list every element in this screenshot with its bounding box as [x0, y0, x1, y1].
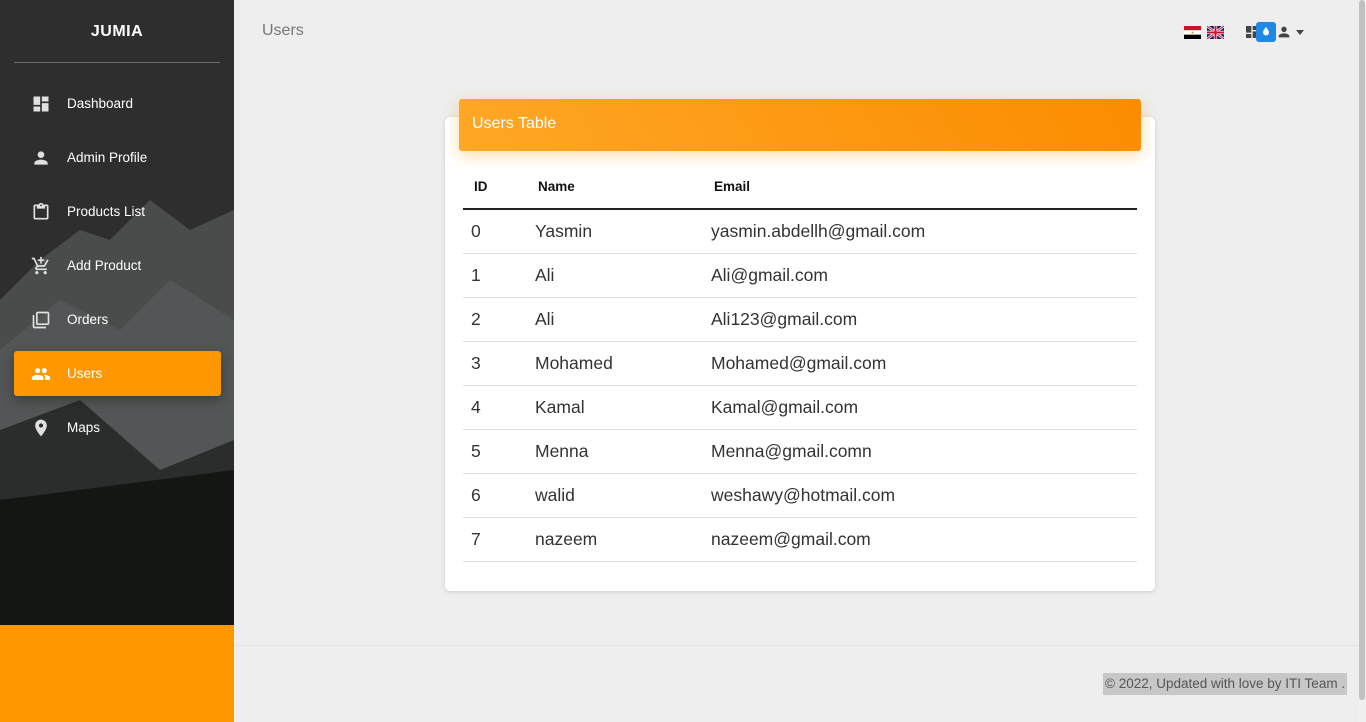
cell-email: Menna@gmail.comn: [703, 429, 1137, 474]
cell-name: Mohamed: [527, 341, 703, 386]
cell-id: 2: [463, 297, 527, 342]
column-header-name: Name: [527, 165, 703, 210]
sidebar-item-label: Add Product: [67, 258, 142, 273]
card-title: Users Table: [459, 99, 1141, 151]
sidebar-item-add-product[interactable]: Add Product: [14, 243, 221, 288]
table-header-row: ID Name Email: [463, 165, 1137, 210]
sidebar-item-label: Maps: [67, 420, 101, 435]
column-header-id: ID: [463, 165, 527, 210]
footer-divider: [234, 645, 1358, 646]
table-row: 7 nazeem nazeem@gmail.com: [463, 517, 1137, 562]
cell-name: nazeem: [527, 517, 703, 562]
cell-email: weshawy@hotmail.com: [703, 473, 1137, 518]
chevron-down-icon[interactable]: [1296, 29, 1304, 35]
sidebar-item-label: Users: [67, 366, 103, 381]
library-icon: [31, 310, 51, 330]
clipboard-icon: [31, 202, 51, 222]
dashboard-icon: [31, 94, 51, 114]
page-scrollbar[interactable]: [1358, 0, 1366, 722]
navbar-actions: [1184, 22, 1304, 42]
table-row: 2 Ali Ali123@gmail.com: [463, 297, 1137, 342]
cell-name: Ali: [527, 297, 703, 342]
cell-id: 3: [463, 341, 527, 386]
sidebar-item-maps[interactable]: Maps: [14, 405, 221, 450]
table-row: 3 Mohamed Mohamed@gmail.com: [463, 341, 1137, 386]
sidebar-item-orders[interactable]: Orders: [14, 297, 221, 342]
cell-email: nazeem@gmail.com: [703, 517, 1137, 562]
cell-email: yasmin.abdellh@gmail.com: [703, 209, 1137, 254]
sidebar-item-label: Admin Profile: [67, 150, 148, 165]
column-header-email: Email: [703, 165, 1137, 210]
person-icon: [31, 148, 51, 168]
cell-name: Menna: [527, 429, 703, 474]
table-row: 6 walid weshawy@hotmail.com: [463, 473, 1137, 518]
cell-email: Ali@gmail.com: [703, 253, 1137, 298]
cell-email: Kamal@gmail.com: [703, 385, 1137, 430]
table-row: 5 Menna Menna@gmail.comn: [463, 429, 1137, 474]
cell-id: 6: [463, 473, 527, 518]
table-row: 0 Yasmin yasmin.abdellh@gmail.com: [463, 209, 1137, 254]
users-table: ID Name Email 0 Yasmin yasmin.abdellh@gmai…: [463, 165, 1137, 562]
scrollbar-thumb[interactable]: [1359, 0, 1365, 700]
sidebar-item-label: Orders: [67, 312, 109, 327]
sidebar-footer-strip: [0, 625, 234, 722]
table-row: 4 Kamal Kamal@gmail.com: [463, 385, 1137, 430]
sidebar-item-dashboard[interactable]: Dashboard: [14, 81, 221, 126]
sidebar-nav: Dashboard Admin Profile Products List Ad…: [14, 81, 221, 459]
cell-name: Yasmin: [527, 209, 703, 254]
cell-name: Kamal: [527, 385, 703, 430]
account-icon[interactable]: [1276, 24, 1292, 40]
notification-icon[interactable]: [1256, 22, 1276, 42]
uk-flag-icon[interactable]: [1207, 25, 1224, 39]
cell-id: 1: [463, 253, 527, 298]
cell-id: 0: [463, 209, 527, 254]
sidebar-item-admin-profile[interactable]: Admin Profile: [14, 135, 221, 180]
cell-name: Ali: [527, 253, 703, 298]
footer-copyright: © 2022, Updated with love by ITI Team .: [1103, 673, 1348, 695]
people-icon: [31, 364, 51, 384]
cell-id: 7: [463, 517, 527, 562]
sidebar-item-products-list[interactable]: Products List: [14, 189, 221, 234]
sidebar-item-users[interactable]: Users: [14, 351, 221, 396]
location-pin-icon: [31, 418, 51, 438]
brand-logo[interactable]: JUMIA: [14, 0, 220, 63]
cell-name: walid: [527, 473, 703, 518]
add-cart-icon: [31, 256, 51, 276]
cell-id: 5: [463, 429, 527, 474]
table-row: 1 Ali Ali@gmail.com: [463, 253, 1137, 298]
cell-email: Ali123@gmail.com: [703, 297, 1137, 342]
cell-email: Mohamed@gmail.com: [703, 341, 1137, 386]
sidebar: JUMIA Dashboard Admin Profile Products L…: [0, 0, 234, 722]
cell-id: 4: [463, 385, 527, 430]
egypt-flag-icon[interactable]: [1184, 25, 1201, 39]
sidebar-item-label: Products List: [67, 204, 146, 219]
page-title: Users: [262, 22, 304, 39]
sidebar-item-label: Dashboard: [67, 96, 134, 111]
